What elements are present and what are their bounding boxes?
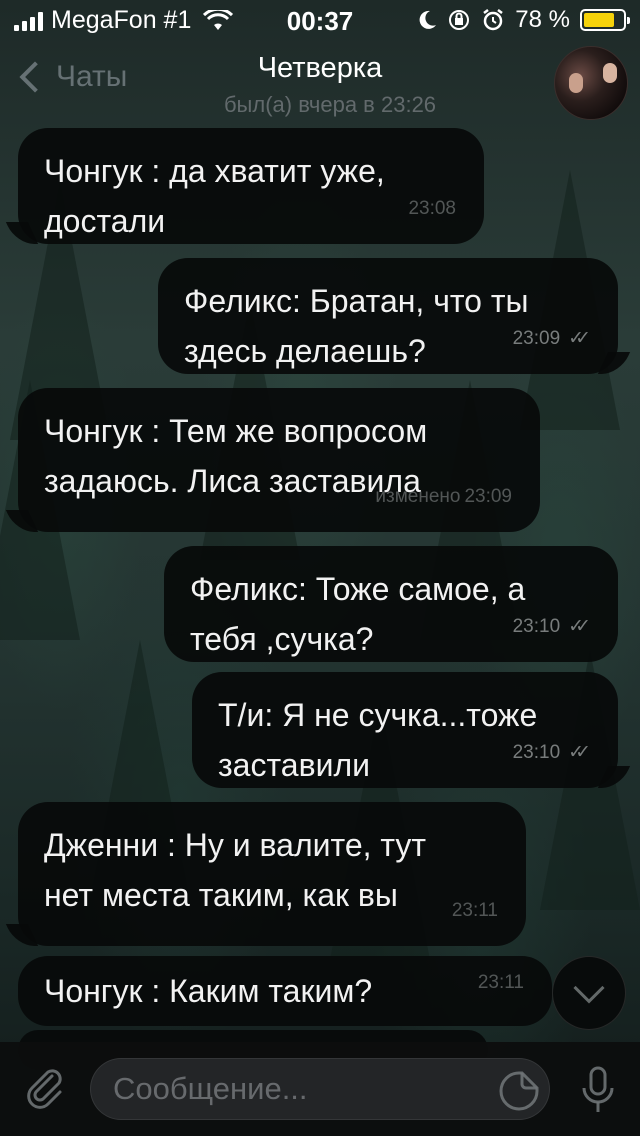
battery-level	[584, 13, 614, 27]
avatar[interactable]	[554, 46, 628, 120]
message-input[interactable]	[90, 1058, 550, 1120]
message-meta: 23:10 ✓✓	[512, 728, 591, 778]
battery-percent: 78 %	[515, 6, 570, 33]
message-meta: 23:11	[452, 886, 498, 936]
message-meta: 23:09 ✓✓	[512, 314, 591, 364]
message-meta: изменено 23:09	[375, 472, 512, 522]
moon-icon	[419, 10, 437, 29]
read-checkmarks-icon: ✓✓	[568, 616, 591, 637]
message-text: Чонгук : Каким таким?	[44, 973, 373, 1009]
message-bubble-outgoing[interactable]: Т/и: Я не сучка...тоже заставили 23:10 ✓…	[192, 672, 631, 788]
message-bubble-outgoing[interactable]: Феликс: Тоже самое, а тебя ,сучка? 23:10…	[164, 546, 618, 662]
microphone-icon[interactable]	[578, 1066, 618, 1114]
message-meta: 23:08	[408, 184, 456, 234]
message-time: 23:08	[408, 198, 456, 219]
edited-label: изменено	[375, 486, 461, 507]
avatar-figure	[603, 63, 617, 83]
message-text: Дженни : Ну и валите, тут нет места таки…	[44, 827, 427, 913]
last-seen-status: был(а) вчера в 23:26	[223, 92, 437, 117]
read-checkmarks-icon: ✓✓	[568, 328, 591, 349]
message-text: Чонгук : да хватит уже, достали	[44, 153, 385, 239]
message-bubble-incoming[interactable]: Чонгук : Каким таким? 23:11	[18, 956, 552, 1026]
message-bubble-incoming[interactable]: Чонгук : Тем же вопросом задаюсь. Лиса з…	[5, 388, 540, 532]
status-bar: MegaFon #1 00:37 78 %	[0, 0, 640, 40]
avatar-figure	[569, 73, 583, 93]
sticker-icon[interactable]	[498, 1070, 540, 1112]
message-time: 23:09	[512, 328, 561, 349]
message-time: 23:09	[464, 486, 512, 507]
message-input-bar	[0, 1042, 640, 1136]
read-checkmarks-icon: ✓✓	[568, 742, 591, 763]
chat-header: Чаты Четверка был(а) вчера в 23:26	[0, 40, 640, 130]
message-time: 23:10	[512, 742, 561, 763]
battery-icon	[580, 9, 630, 31]
alarm-icon	[483, 9, 504, 31]
message-time: 23:11	[477, 972, 524, 993]
message-meta: 23:11	[478, 958, 524, 1008]
message-time: 23:10	[512, 616, 561, 637]
message-time: 23:11	[451, 900, 498, 921]
chat-title[interactable]: Четверка	[0, 52, 640, 85]
chevron-down-icon	[573, 972, 605, 1004]
scroll-to-bottom-button[interactable]	[552, 956, 626, 1030]
message-bubble-incoming[interactable]: Чонгук : да хватит уже, достали 23:08	[5, 128, 484, 244]
status-right: 78 %	[417, 6, 630, 34]
message-bubble-incoming[interactable]: Дженни : Ну и валите, тут нет места таки…	[5, 802, 526, 946]
message-bubble-outgoing[interactable]: Феликс: Братан, что ты здесь делаешь? 23…	[158, 258, 631, 374]
message-meta: 23:10 ✓✓	[512, 602, 591, 652]
orientation-lock-icon	[449, 10, 470, 30]
paperclip-icon[interactable]	[22, 1064, 68, 1110]
